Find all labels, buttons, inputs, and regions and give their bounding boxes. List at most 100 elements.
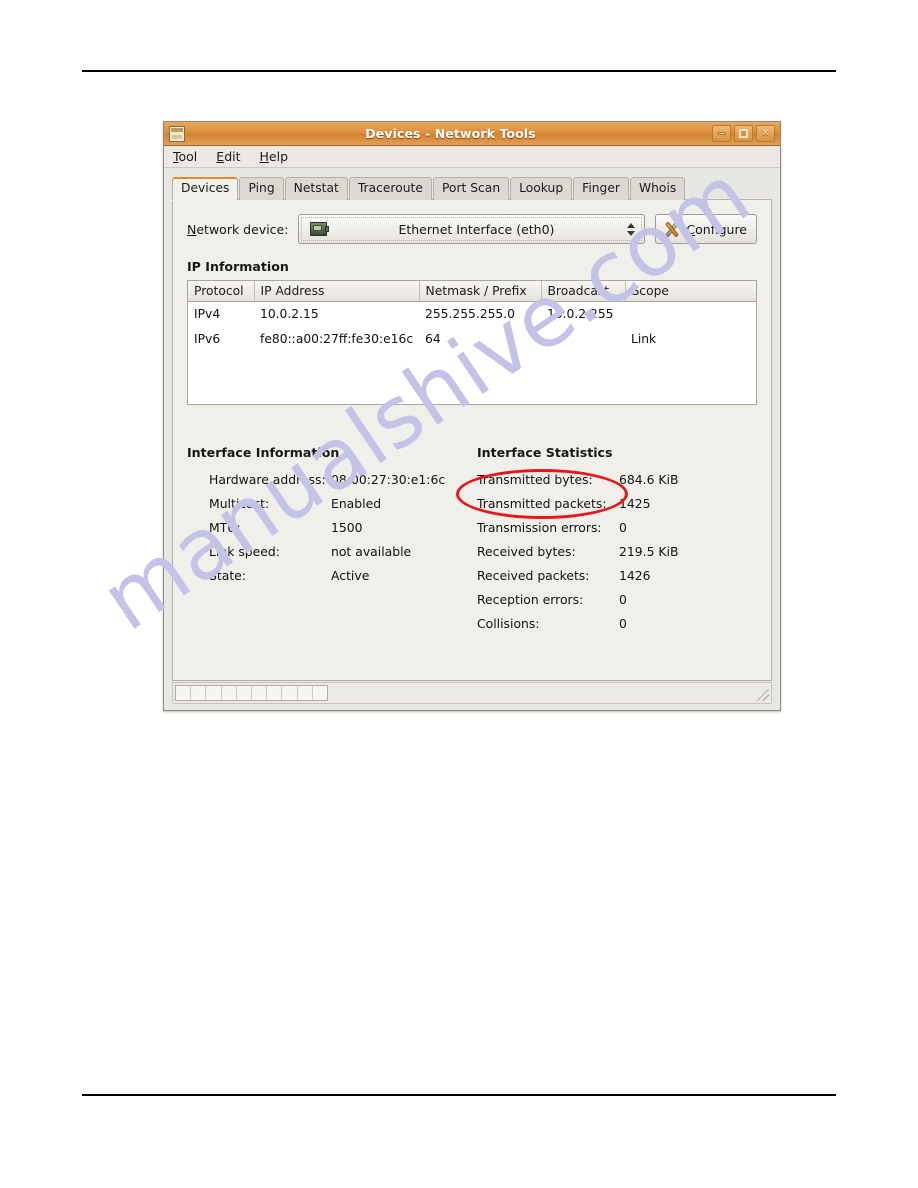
value-reception-errors: 0	[619, 591, 627, 607]
tab-netstat[interactable]: Netstat	[284, 177, 348, 200]
label-mtu: MTU:	[209, 519, 241, 535]
menu-item-help-label: elp	[268, 149, 289, 164]
label-reception-errors: Reception errors:	[477, 591, 584, 607]
table-row[interactable]: IPv4 10.0.2.15 255.255.255.0 10.0.2.255	[188, 302, 756, 327]
interface-statistics-title: Interface Statistics	[477, 444, 613, 460]
value-received-bytes: 219.5 KiB	[619, 543, 679, 559]
value-link-speed: not available	[331, 543, 412, 559]
info-row-transmission-errors: Transmission errors: 0	[477, 516, 757, 540]
info-row-received-bytes: Received bytes: 219.5 KiB	[477, 540, 757, 564]
tab-devices-label: Devices	[181, 181, 230, 195]
combobox-spinner[interactable]	[625, 222, 637, 236]
tab-lookup[interactable]: Lookup	[510, 177, 573, 200]
label-received-bytes: Received bytes:	[477, 543, 576, 559]
table-row[interactable]: IPv6 fe80::a00:27ff:fe30:e16c 64 Link	[188, 327, 756, 352]
tab-port-scan-label: Port Scan	[441, 181, 501, 195]
cell-scope: Link	[631, 332, 657, 346]
cell-netmask: 255.255.255.0	[425, 307, 515, 322]
cell-protocol: IPv4	[194, 307, 221, 322]
tab-whois[interactable]: Whois	[629, 177, 686, 200]
close-button[interactable]: ✕	[756, 125, 775, 142]
tools-icon	[663, 221, 681, 238]
info-row-transmitted-packets: Transmitted packets: 1425	[477, 492, 757, 516]
label-hardware-address: Hardware address:	[209, 471, 326, 487]
value-multicast: Enabled	[331, 495, 382, 511]
column-header-scope[interactable]: Scope	[625, 281, 756, 302]
chevron-down-icon	[627, 230, 636, 236]
table-header-row: Protocol IP Address Netmask / Prefix Bro…	[188, 281, 756, 302]
cell-scope	[625, 302, 756, 327]
info-row-collisions: Collisions: 0	[477, 612, 757, 636]
value-collisions: 0	[619, 615, 627, 631]
value-transmitted-bytes: 684.6 KiB	[619, 471, 679, 487]
label-collisions: Collisions:	[477, 615, 540, 631]
label-state: State:	[209, 567, 246, 583]
tab-traceroute[interactable]: Traceroute	[348, 177, 432, 200]
tab-netstat-label: Netstat	[293, 181, 339, 195]
column-header-broadcast[interactable]: Broadcast	[541, 281, 626, 302]
column-header-netmask[interactable]: Netmask / Prefix	[419, 281, 542, 302]
value-transmitted-packets: 1425	[619, 495, 651, 511]
value-received-packets: 1426	[619, 567, 651, 583]
tab-finger[interactable]: Finger	[573, 177, 629, 200]
tab-traceroute-label: Traceroute	[357, 181, 423, 195]
cell-protocol: IPv6	[194, 332, 221, 346]
tab-port-scan[interactable]: Port Scan	[432, 177, 510, 200]
tabstrip: Devices Ping Netstat Traceroute Port Sca…	[172, 175, 772, 200]
cell-netmask: 64	[425, 332, 441, 346]
minimize-button[interactable]	[712, 125, 731, 142]
value-transmission-errors: 0	[619, 519, 627, 535]
tab-ping-label: Ping	[248, 181, 275, 195]
info-row-hardware-address: Hardware address: 08:00:27:30:e1:6c	[187, 468, 477, 492]
tab-ping[interactable]: Ping	[239, 177, 284, 200]
tab-whois-label: Whois	[638, 181, 677, 195]
page-rule-top	[82, 70, 836, 72]
configure-button[interactable]: Configure	[655, 214, 757, 244]
resize-grip[interactable]	[757, 689, 769, 701]
interface-information-title: Interface Information	[187, 444, 340, 460]
ip-information-title: IP Information	[187, 259, 289, 274]
menu-item-help[interactable]: Help	[260, 149, 300, 164]
info-row-mtu: MTU: 1500	[187, 516, 477, 540]
column-header-protocol[interactable]: Protocol	[188, 281, 255, 302]
window-titlebar: Devices - Network Tools ✕	[164, 122, 780, 146]
menubar: Tool Edit Help	[164, 146, 780, 168]
info-row-transmitted-bytes: Transmitted bytes: 684.6 KiB	[477, 468, 757, 492]
tab-lookup-label: Lookup	[519, 181, 564, 195]
statusbar	[172, 682, 772, 704]
table-empty-area	[188, 352, 756, 404]
network-device-value: Ethernet Interface (eth0)	[398, 221, 555, 237]
menu-item-tool-label: ool	[178, 149, 198, 164]
value-mtu: 1500	[331, 519, 363, 535]
column-header-ip-address[interactable]: IP Address	[254, 281, 420, 302]
menu-item-tool[interactable]: Tool	[173, 149, 208, 164]
minimize-icon	[717, 132, 726, 135]
interface-statistics-section: Interface Statistics Transmitted bytes: …	[477, 445, 757, 636]
label-transmission-errors: Transmission errors:	[477, 519, 602, 535]
chevron-up-icon	[627, 222, 636, 228]
tab-finger-label: Finger	[582, 181, 620, 195]
network-device-combobox[interactable]: Ethernet Interface (eth0)	[298, 214, 646, 244]
window-controls: ✕	[712, 125, 775, 142]
cell-broadcast: 10.0.2.255	[547, 307, 614, 322]
devices-panel: Network device: Ethernet Interface (eth0…	[172, 200, 772, 681]
label-transmitted-bytes: Transmitted bytes:	[477, 471, 593, 487]
menu-item-edit-label: dit	[224, 149, 241, 164]
close-icon: ✕	[761, 127, 770, 139]
ip-information-table: Protocol IP Address Netmask / Prefix Bro…	[187, 280, 757, 405]
network-device-label: Network device:	[187, 221, 289, 237]
info-area: Interface Information Hardware address: …	[187, 445, 757, 636]
progress-indicator	[175, 685, 328, 701]
menu-item-edit[interactable]: Edit	[216, 149, 251, 164]
interface-information-section: Interface Information Hardware address: …	[187, 445, 477, 636]
network-card-icon	[310, 222, 330, 236]
cell-ip-address: fe80::a00:27ff:fe30:e16c	[260, 332, 414, 346]
tab-devices[interactable]: Devices	[172, 177, 239, 200]
app-window-icon	[169, 125, 185, 142]
info-row-state: State: Active	[187, 564, 477, 588]
label-transmitted-packets: Transmitted packets:	[477, 495, 607, 511]
maximize-icon	[739, 129, 748, 138]
device-selector-row: Network device: Ethernet Interface (eth0…	[187, 214, 757, 244]
maximize-button[interactable]	[734, 125, 753, 142]
info-row-multicast: Multicast: Enabled	[187, 492, 477, 516]
